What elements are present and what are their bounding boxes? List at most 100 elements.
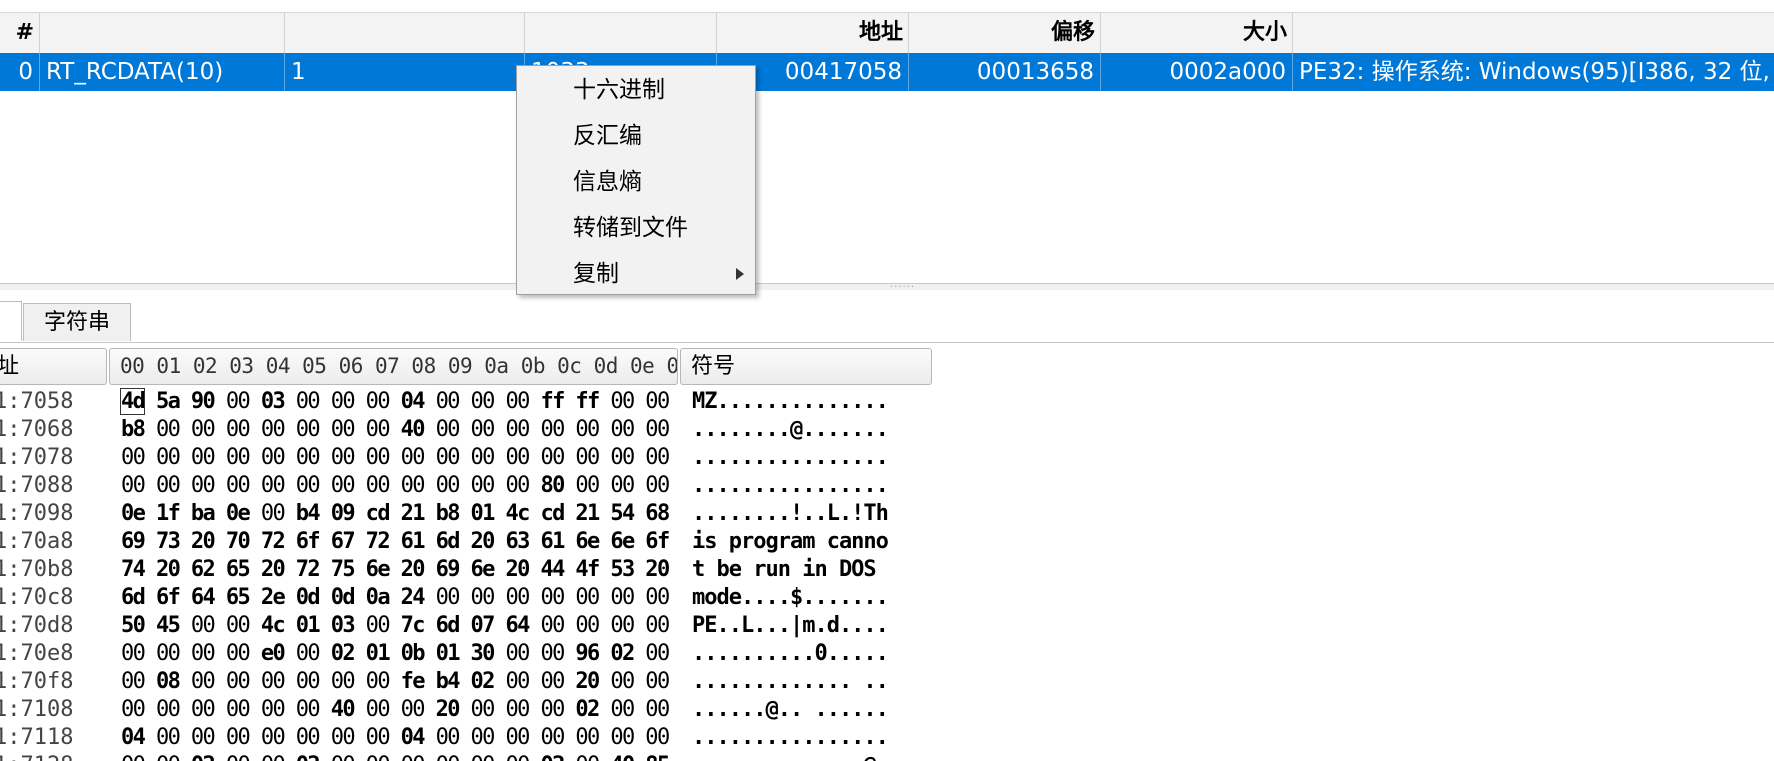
hex-byte[interactable]: 00 [121, 641, 146, 666]
hex-byte[interactable]: 0a [366, 585, 391, 610]
hex-byte[interactable]: 45 [156, 613, 181, 638]
menu-item-copy[interactable]: 复制 [518, 252, 754, 296]
hex-byte[interactable]: 00 [610, 417, 635, 442]
hex-byte[interactable]: 4d [119, 388, 146, 415]
hex-byte[interactable]: 00 [331, 473, 356, 498]
header-info[interactable] [1293, 13, 1774, 53]
hex-byte[interactable]: 02 [331, 641, 356, 666]
hex-byte[interactable]: 00 [191, 473, 216, 498]
tab-hex[interactable] [0, 301, 22, 341]
hex-byte[interactable]: 00 [610, 473, 635, 498]
hex-byte[interactable]: 00 [436, 753, 461, 761]
hex-byte[interactable]: 80 [540, 473, 565, 498]
hex-byte[interactable]: b4 [296, 501, 321, 526]
hex-byte[interactable]: fe [401, 669, 426, 694]
hex-byte[interactable]: 00 [296, 641, 321, 666]
hex-row[interactable]: 1:70c8 6d 6f 64 65 2e 0d 0d 0a 24 00 00 0… [0, 584, 1000, 612]
hex-row-ascii[interactable]: PE..L...|m.d.... [692, 612, 889, 640]
hex-byte[interactable]: 20 [436, 697, 461, 722]
hex-byte[interactable]: 65 [226, 585, 251, 610]
hex-row[interactable]: 1:70a8 69 73 20 70 72 6f 67 72 61 6d 20 6… [0, 528, 1000, 556]
hex-byte[interactable]: 00 [610, 725, 635, 750]
hex-byte[interactable]: 72 [296, 557, 321, 582]
hex-row-ascii[interactable]: is program canno [692, 528, 889, 556]
hex-byte[interactable]: 6d [436, 529, 461, 554]
hex-byte[interactable]: 00 [471, 753, 496, 761]
hex-byte[interactable]: 00 [366, 697, 391, 722]
hex-byte[interactable]: 00 [645, 389, 670, 414]
hex-byte[interactable]: b8 [121, 417, 146, 442]
hex-byte[interactable]: 72 [261, 529, 286, 554]
hex-byte[interactable]: 00 [226, 669, 251, 694]
header-lang[interactable] [525, 13, 717, 53]
hex-byte[interactable]: 00 [226, 389, 251, 414]
hex-row-bytes[interactable]: 00 00 00 00 00 00 40 00 00 20 00 00 00 0… [121, 696, 670, 724]
hex-byte[interactable]: 1f [156, 501, 181, 526]
hex-byte[interactable]: 04 [401, 725, 426, 750]
hex-byte[interactable]: 00 [540, 697, 565, 722]
hex-byte[interactable]: 09 [331, 501, 356, 526]
hex-row[interactable]: 1:70b8 74 20 62 65 20 72 75 6e 20 69 6e 2… [0, 556, 1000, 584]
hex-byte[interactable]: 20 [401, 557, 426, 582]
hex-byte[interactable]: 64 [191, 585, 216, 610]
hex-byte[interactable]: 00 [401, 473, 426, 498]
hex-byte[interactable]: 00 [505, 445, 530, 470]
hex-byte[interactable]: 00 [540, 725, 565, 750]
hex-byte[interactable]: 04 [401, 389, 426, 414]
hex-row-bytes[interactable]: 69 73 20 70 72 6f 67 72 61 6d 20 63 61 6… [121, 528, 670, 556]
hex-byte[interactable]: 00 [191, 641, 216, 666]
hex-byte[interactable]: 00 [331, 389, 356, 414]
hex-byte[interactable]: 00 [121, 445, 146, 470]
hex-row-bytes[interactable]: 74 20 62 65 20 72 75 6e 20 69 6e 20 44 4… [121, 556, 670, 584]
hex-byte[interactable]: 20 [645, 557, 670, 582]
header-type[interactable] [40, 13, 285, 53]
hex-byte[interactable]: 02 [540, 753, 565, 761]
hex-byte[interactable]: 00 [471, 473, 496, 498]
hex-row[interactable]: 1:7078 00 00 00 00 00 00 00 00 00 00 00 0… [0, 444, 1000, 472]
hex-byte[interactable]: 0d [296, 585, 321, 610]
hex-byte[interactable]: 00 [296, 389, 321, 414]
header-index[interactable]: # [0, 13, 40, 53]
hex-byte[interactable]: 20 [575, 669, 600, 694]
hex-byte[interactable]: 02 [471, 669, 496, 694]
hex-byte[interactable]: 00 [645, 585, 670, 610]
hex-byte[interactable]: 5a [156, 389, 181, 414]
hex-byte[interactable]: 20 [505, 557, 530, 582]
hex-header-symbol[interactable]: 符号 [680, 348, 932, 385]
hex-byte[interactable]: 20 [156, 557, 181, 582]
hex-byte[interactable]: 00 [331, 725, 356, 750]
hex-byte[interactable]: 40 [331, 697, 356, 722]
hex-row-ascii[interactable]: ................ [692, 444, 889, 472]
hex-row-ascii[interactable]: ........!..L.!Th [692, 500, 889, 528]
hex-byte[interactable]: 00 [575, 725, 600, 750]
hex-byte[interactable]: 4c [505, 501, 530, 526]
hex-byte[interactable]: 00 [261, 501, 286, 526]
hex-byte[interactable]: 68 [645, 501, 670, 526]
hex-byte[interactable]: 64 [505, 613, 530, 638]
hex-byte[interactable]: 02 [610, 641, 635, 666]
hex-byte[interactable]: 00 [191, 445, 216, 470]
hex-byte[interactable]: 03 [331, 613, 356, 638]
hex-byte[interactable]: 00 [401, 753, 426, 761]
hex-byte[interactable]: 00 [261, 697, 286, 722]
hex-byte[interactable]: 00 [366, 445, 391, 470]
hex-row-ascii[interactable]: MZ.............. [692, 388, 889, 416]
hex-row-ascii[interactable]: ..............@. [692, 752, 889, 761]
hex-byte[interactable]: 00 [296, 725, 321, 750]
hex-byte[interactable]: 00 [575, 473, 600, 498]
hex-byte[interactable]: 00 [436, 417, 461, 442]
hex-byte[interactable]: 02 [296, 753, 321, 761]
hex-row-ascii[interactable]: t be run in DOS [692, 556, 888, 584]
hex-byte[interactable]: 00 [505, 417, 530, 442]
hex-byte[interactable]: 00 [610, 669, 635, 694]
hex-byte[interactable]: 00 [471, 725, 496, 750]
hex-row-ascii[interactable]: ................ [692, 724, 889, 752]
hex-byte[interactable]: 00 [645, 445, 670, 470]
hex-byte[interactable]: 6f [296, 529, 321, 554]
hex-byte[interactable]: 01 [436, 641, 461, 666]
hex-byte[interactable]: ba [191, 501, 216, 526]
hex-byte[interactable]: 00 [261, 473, 286, 498]
hex-byte[interactable]: 00 [471, 417, 496, 442]
hex-byte[interactable]: 69 [436, 557, 461, 582]
hex-byte[interactable]: 62 [191, 557, 216, 582]
